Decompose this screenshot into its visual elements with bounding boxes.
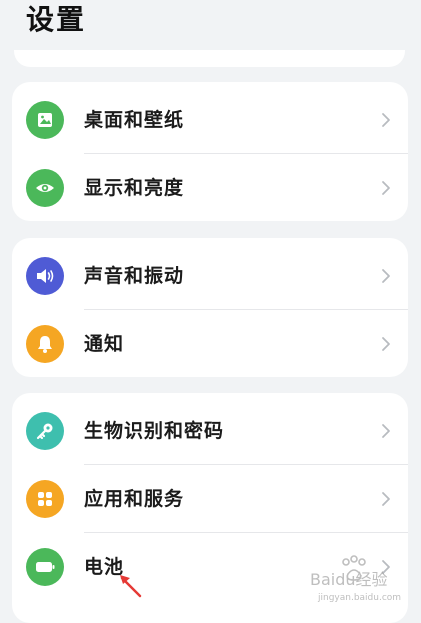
settings-item-label: 通知	[84, 332, 125, 355]
settings-item-biometrics[interactable]: 生物识别和密码	[12, 397, 408, 464]
page-title: 设置	[26, 3, 87, 36]
chevron-right-icon	[382, 423, 390, 438]
settings-group-display: 桌面和壁纸 显示和亮度	[12, 82, 408, 221]
settings-item-label: 生物识别和密码	[84, 419, 225, 442]
battery-icon	[26, 547, 64, 586]
settings-item-wallpaper[interactable]: 桌面和壁纸	[12, 86, 408, 153]
settings-item-label: 声音和振动	[84, 264, 185, 287]
chevron-right-icon	[382, 268, 390, 283]
settings-item-notifications[interactable]: 通知	[26, 309, 408, 377]
baidu-watermark-logo: Baidu经验 jingyan.baidu.com	[310, 555, 401, 603]
apps-grid-icon	[26, 479, 64, 518]
settings-item-label: 应用和服务	[84, 487, 185, 510]
chevron-right-icon	[382, 491, 390, 506]
eye-icon	[26, 168, 64, 207]
bell-icon	[26, 324, 64, 363]
chevron-right-icon	[382, 336, 390, 351]
settings-group-sound: 声音和振动 通知	[12, 238, 408, 377]
settings-item-sound[interactable]: 声音和振动	[12, 242, 408, 309]
settings-item-display[interactable]: 显示和亮度	[26, 153, 408, 221]
settings-item-label: 显示和亮度	[84, 176, 185, 199]
settings-item-label: 桌面和壁纸	[84, 108, 185, 131]
wallpaper-icon	[26, 100, 64, 139]
chevron-right-icon	[382, 180, 390, 195]
speaker-icon	[26, 256, 64, 295]
settings-item-apps[interactable]: 应用和服务	[26, 464, 408, 532]
watermark-subtext: jingyan.baidu.com	[317, 593, 401, 603]
chevron-right-icon	[382, 112, 390, 127]
annotation-arrow-icon	[120, 575, 142, 598]
key-icon	[26, 411, 64, 450]
watermark-text: Baidu经验	[310, 570, 388, 589]
top-card-partial	[14, 50, 405, 67]
